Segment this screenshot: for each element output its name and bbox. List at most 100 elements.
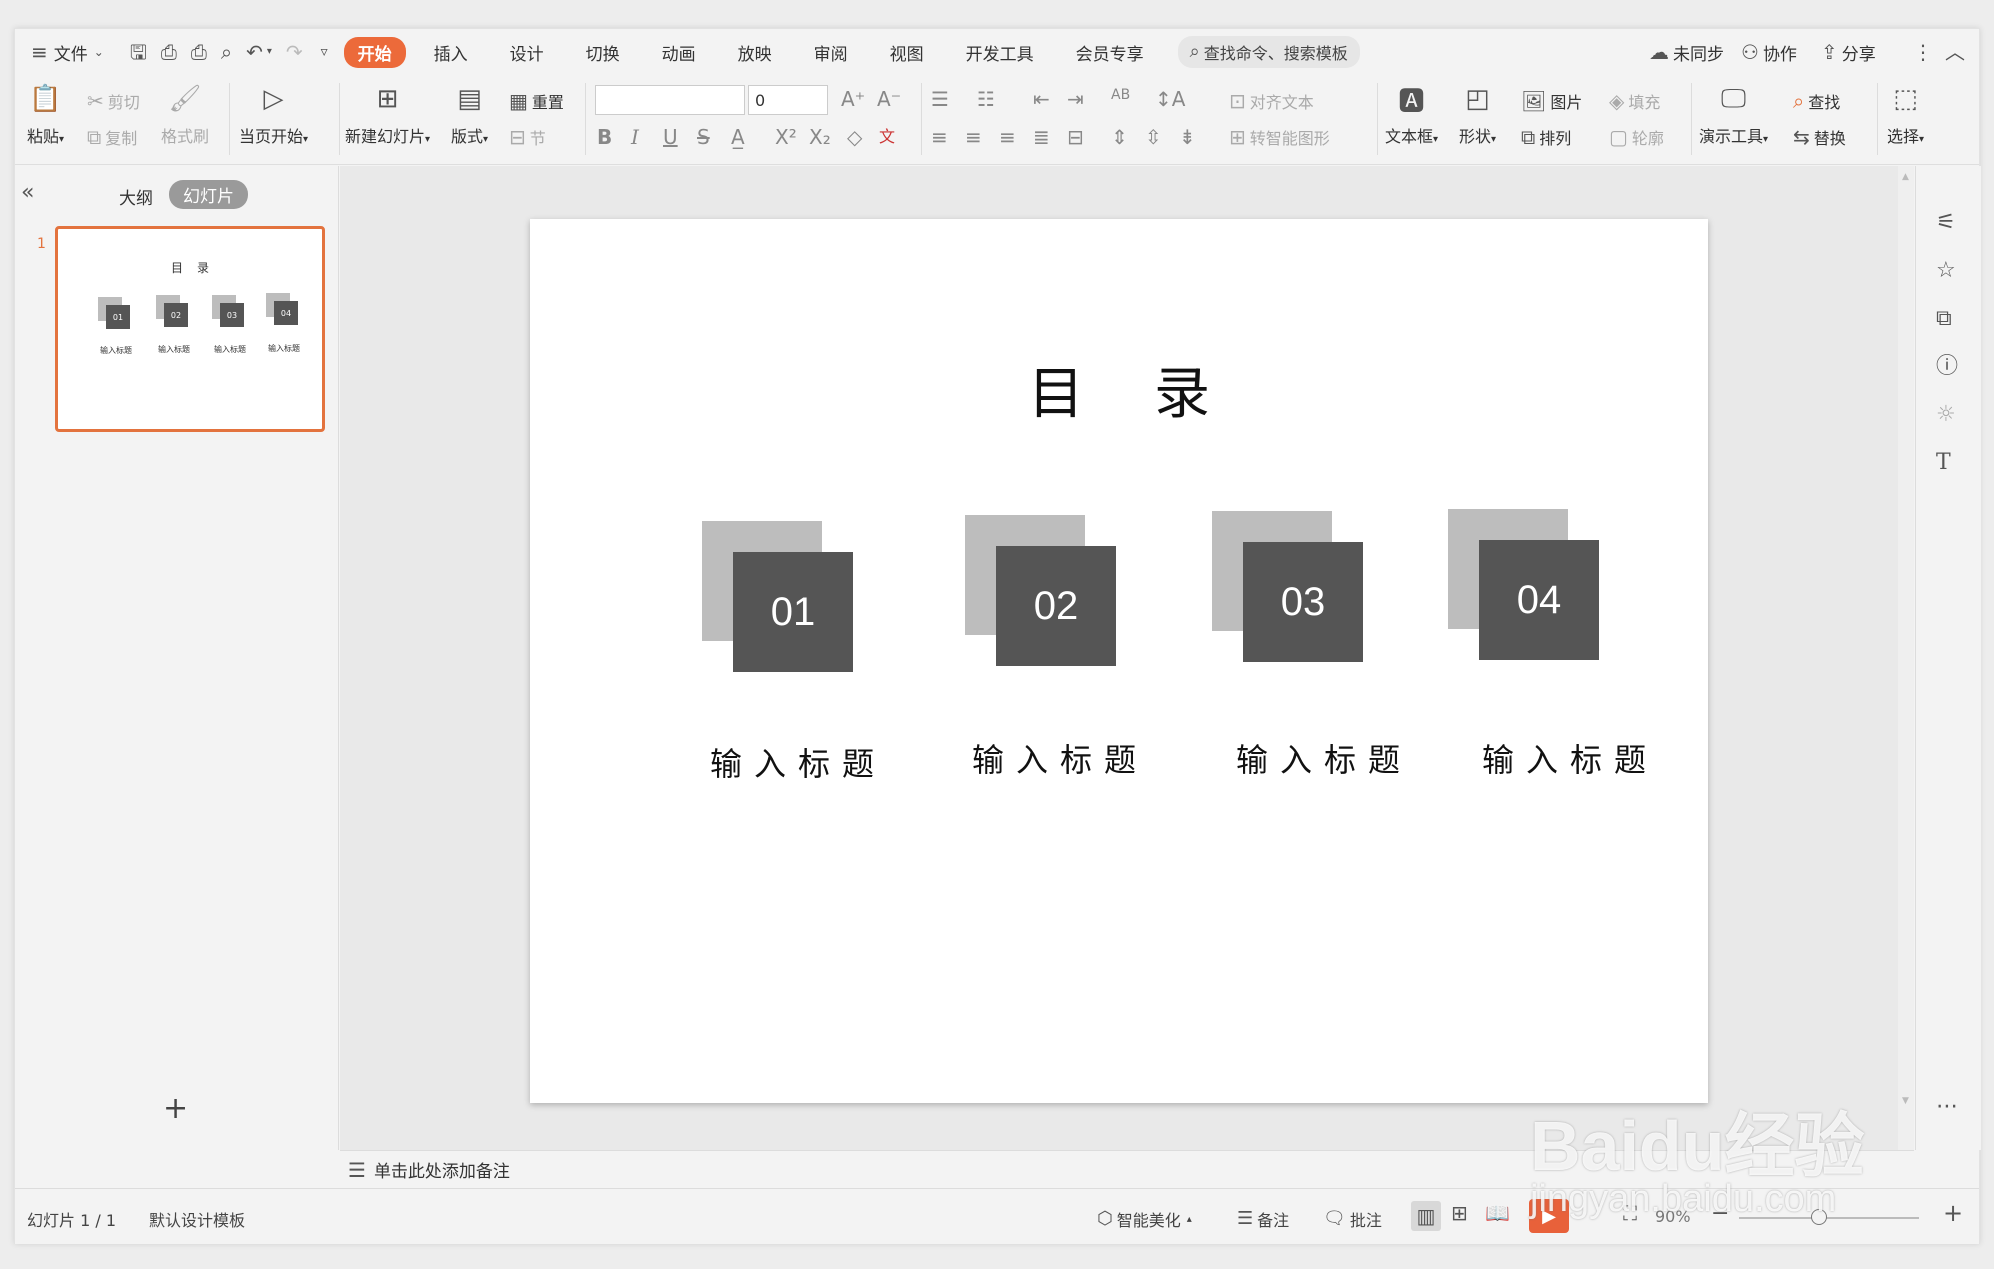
textbox-button[interactable]: 🅰 文本框▾ xyxy=(1385,81,1438,147)
notes-toggle[interactable]: ☰ 备注 xyxy=(1237,1207,1289,1231)
strikethrough-icon[interactable]: S xyxy=(697,125,710,149)
slides-icon[interactable]: ⧉ xyxy=(1936,308,1952,330)
shape-button[interactable]: ◰ 形状▾ xyxy=(1459,81,1496,147)
item-caption[interactable]: 输入标题 xyxy=(972,735,1148,781)
format-painter-button[interactable]: 🖌 格式刷 xyxy=(161,81,209,147)
export-pdf-icon[interactable]: ⎙ xyxy=(161,42,177,62)
tab-design[interactable]: 设计 xyxy=(496,37,558,68)
bold-icon[interactable]: B xyxy=(597,125,612,149)
reading-view-icon[interactable]: 📖 xyxy=(1485,1203,1510,1223)
tab-view[interactable]: 视图 xyxy=(876,37,938,68)
paragraph-spacing-icon[interactable]: ⇕ xyxy=(1111,125,1128,149)
section-button[interactable]: ⊟ 节 xyxy=(509,125,546,149)
align-text-button[interactable]: ⊡ 对齐文本 xyxy=(1229,89,1314,113)
paste-button[interactable]: 📋 粘贴▾ xyxy=(27,81,64,147)
customize-toolbar-icon[interactable]: ▿ xyxy=(321,45,328,59)
font-color-icon[interactable]: A̲ xyxy=(731,125,745,149)
font-family-select[interactable] xyxy=(595,85,745,115)
new-slide-button[interactable]: ⊞ 新建幻灯片▾ xyxy=(345,81,430,147)
clear-format-icon[interactable]: ◇ xyxy=(847,125,862,149)
line-spacing-icon[interactable]: ↕A xyxy=(1155,87,1185,111)
tab-slideshow[interactable]: 放映 xyxy=(724,37,786,68)
italic-icon[interactable]: I xyxy=(631,125,639,149)
item-number-box[interactable]: 04 xyxy=(1479,540,1599,660)
align-right-icon[interactable]: ≡ xyxy=(999,125,1016,149)
fill-button[interactable]: ◈ 填充 xyxy=(1609,89,1660,113)
item-number-box[interactable]: 03 xyxy=(1243,542,1363,662)
collapse-panel-icon[interactable]: « xyxy=(21,182,34,204)
find-button[interactable]: ⌕ 查找 xyxy=(1793,89,1840,113)
line-height-icon[interactable]: ⇟ xyxy=(1179,125,1196,149)
template-name[interactable]: 默认设计模板 xyxy=(149,1207,245,1231)
redo-icon[interactable]: ↷ xyxy=(286,42,303,62)
slide[interactable]: 目录 01 输入标题 02 输入标题 03 输入标题 04 输入标题 xyxy=(530,219,1708,1103)
tab-home[interactable]: 开始 xyxy=(343,36,406,68)
column-spacing-icon[interactable]: ⇳ xyxy=(1145,125,1162,149)
vertical-scrollbar[interactable]: ▲ ▼ xyxy=(1898,166,1914,1150)
tab-slides[interactable]: 幻灯片 xyxy=(169,180,248,209)
add-slide-icon[interactable]: + xyxy=(163,1094,188,1124)
help-icon[interactable]: ⓘ xyxy=(1936,356,1958,378)
decrease-indent-icon[interactable]: ⇤ xyxy=(1033,87,1050,111)
collapse-ribbon-icon[interactable]: ︿ xyxy=(1945,42,1965,62)
zoom-in-icon[interactable]: + xyxy=(1943,1201,1963,1225)
picture-button[interactable]: 🖼 图片 xyxy=(1521,89,1582,113)
tab-animation[interactable]: 动画 xyxy=(648,37,710,68)
increase-indent-icon[interactable]: ⇥ xyxy=(1067,87,1084,111)
copy-button[interactable]: ⧉ 复制 xyxy=(87,125,137,149)
beautify-button[interactable]: ⬡ 智能美化 ▴ xyxy=(1097,1207,1192,1231)
replace-button[interactable]: ⇆ 替换 xyxy=(1793,125,1846,149)
tab-developer[interactable]: 开发工具 xyxy=(952,37,1048,68)
smart-graphic-button[interactable]: ⊞ 转智能图形 xyxy=(1229,125,1330,149)
properties-icon[interactable]: ⚟ xyxy=(1936,212,1956,234)
lightbulb-icon[interactable]: ☼ xyxy=(1936,404,1956,426)
outline-button[interactable]: ▢ 轮廓 xyxy=(1609,125,1664,149)
share-button[interactable]: ⇪ 分享 xyxy=(1821,40,1876,65)
distribute-icon[interactable]: ⊟ xyxy=(1067,125,1084,149)
print-icon[interactable]: ⎙ xyxy=(191,42,207,62)
tab-review[interactable]: 审阅 xyxy=(800,37,862,68)
layout-button[interactable]: ▤ 版式▾ xyxy=(451,81,488,147)
play-current-button[interactable]: ▷ 当页开始▾ xyxy=(239,81,308,147)
normal-view-icon[interactable]: ▥ xyxy=(1411,1201,1441,1231)
item-number-box[interactable]: 01 xyxy=(733,552,853,672)
star-icon[interactable]: ☆ xyxy=(1936,260,1956,282)
phonetic-guide-icon[interactable]: 文 xyxy=(879,123,895,147)
decrease-font-icon[interactable]: A⁻ xyxy=(877,87,901,111)
sync-status[interactable]: ☁ 未同步 xyxy=(1649,40,1724,65)
scroll-down-icon[interactable]: ▼ xyxy=(1902,1096,1909,1106)
comments-toggle[interactable]: 🗨 批注 xyxy=(1323,1207,1382,1231)
align-center-icon[interactable]: ≡ xyxy=(965,125,982,149)
align-left-icon[interactable]: ≡ xyxy=(931,125,948,149)
command-search[interactable]: ⌕ 查找命令、搜索模板 xyxy=(1177,36,1360,68)
subscript-icon[interactable]: X₂ xyxy=(809,125,831,149)
reset-button[interactable]: ▦ 重置 xyxy=(509,89,564,113)
increase-font-icon[interactable]: A⁺ xyxy=(841,87,865,111)
item-number-box[interactable]: 02 xyxy=(996,546,1116,666)
superscript-icon[interactable]: X² xyxy=(775,125,797,149)
select-button[interactable]: ⬚ 选择▾ xyxy=(1887,81,1924,147)
undo-icon[interactable]: ↶ xyxy=(246,42,263,62)
text-icon[interactable]: T xyxy=(1936,452,1951,474)
scroll-up-icon[interactable]: ▲ xyxy=(1902,172,1909,182)
numbering-icon[interactable]: ☷ xyxy=(977,87,995,111)
item-caption[interactable]: 输入标题 xyxy=(1236,735,1412,781)
grid-view-icon[interactable]: ⊞ xyxy=(1451,1203,1468,1223)
more-tools-icon[interactable]: ⋯ xyxy=(1936,1096,1958,1118)
tab-insert[interactable]: 插入 xyxy=(420,37,482,68)
slide-thumbnail[interactable]: 目录 01 02 03 04 输入标题 输入标题 输入标题 输入标题 xyxy=(55,226,325,432)
underline-icon[interactable]: U xyxy=(663,125,678,149)
more-menu-icon[interactable]: ⋮ xyxy=(1913,42,1933,62)
bullets-icon[interactable]: ☰ xyxy=(931,87,949,111)
collab-button[interactable]: ⚇ 协作 xyxy=(1741,40,1797,65)
tab-member[interactable]: 会员专享 xyxy=(1062,37,1158,68)
tab-outline[interactable]: 大纲 xyxy=(119,184,153,209)
tab-transition[interactable]: 切换 xyxy=(572,37,634,68)
slide-title[interactable]: 目录 xyxy=(530,349,1708,430)
undo-dropdown-icon[interactable]: ▾ xyxy=(267,47,272,57)
presenter-tools-button[interactable]: 🖵 演示工具▾ xyxy=(1699,81,1768,147)
item-caption[interactable]: 输入标题 xyxy=(710,739,886,785)
file-menu[interactable]: ≡ 文件 ⌄ xyxy=(31,40,104,65)
justify-icon[interactable]: ≣ xyxy=(1033,125,1050,149)
cut-button[interactable]: ✂ 剪切 xyxy=(87,89,140,113)
